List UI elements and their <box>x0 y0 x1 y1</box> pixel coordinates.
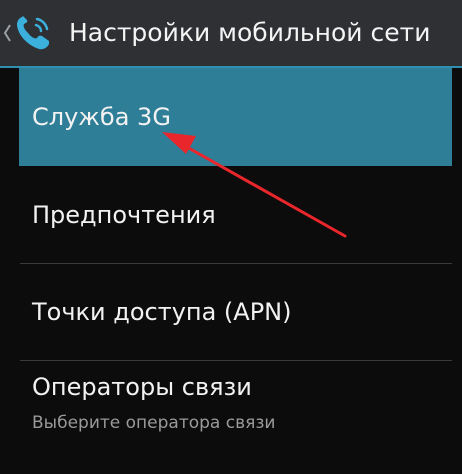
action-bar: Настройки мобильной сети <box>0 0 462 68</box>
list-item-3g-service[interactable]: Служба 3G <box>19 68 452 166</box>
list-item-title: Точки доступа (APN) <box>32 298 292 326</box>
list-item-title: Служба 3G <box>32 103 171 131</box>
list-item-network-operators[interactable]: Операторы связи Выберите оператора связи <box>19 360 452 474</box>
list-item-title: Операторы связи <box>32 373 252 401</box>
list-item-title: Предпочтения <box>32 201 216 229</box>
settings-list: Служба 3G Предпочтения Точки доступа (AP… <box>0 68 462 474</box>
list-item-subtitle: Выберите оператора связи <box>32 413 276 433</box>
list-item-preferences[interactable]: Предпочтения <box>19 166 452 263</box>
page-title: Настройки мобильной сети <box>69 18 431 47</box>
list-item-access-points[interactable]: Точки доступа (APN) <box>19 263 452 360</box>
chevron-left-icon[interactable] <box>2 19 12 47</box>
phone-icon[interactable] <box>13 13 53 53</box>
